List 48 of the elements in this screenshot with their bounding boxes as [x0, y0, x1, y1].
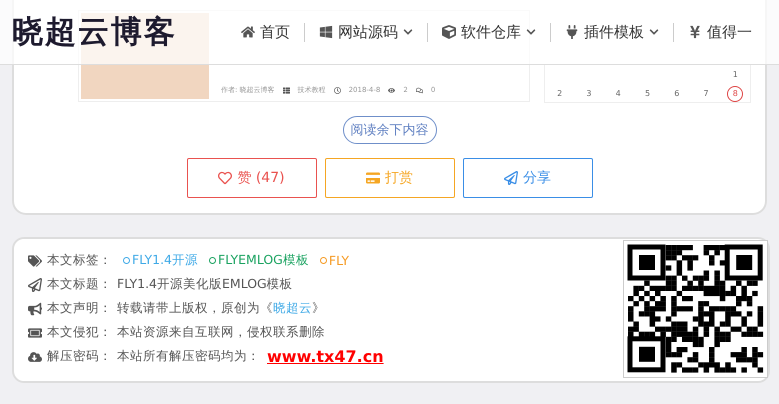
- tags-icon: [28, 254, 42, 268]
- calendar-day[interactable]: 4: [611, 86, 626, 100]
- info-value: 转载请带上版权，原创为《晓超云》: [117, 300, 325, 317]
- cloud-download-icon: [28, 350, 42, 364]
- megaphone-icon: [28, 302, 42, 316]
- site-logo[interactable]: 晓超云博客: [12, 11, 177, 53]
- info-value: 本站资源来自互联网，侵权联系删除: [117, 324, 325, 341]
- paper-plane-icon: [504, 171, 518, 185]
- paper-plane-icon: [28, 278, 42, 292]
- list-icon: [282, 86, 290, 94]
- plug-icon: [565, 25, 579, 39]
- info-value: FLY1.4开源美化版EMLOG模板: [117, 276, 293, 293]
- calendar-day[interactable]: 1: [728, 68, 742, 82]
- tag-link[interactable]: FLYEMLOG模板: [209, 252, 309, 269]
- windows-icon: [319, 25, 333, 39]
- nav-link[interactable]: 网站源码: [305, 22, 428, 42]
- like-button[interactable]: 赞 (47): [186, 158, 316, 198]
- home-icon: [241, 25, 255, 39]
- nav-link[interactable]: 软件仓库: [428, 22, 551, 42]
- info-label: 本文侵犯：: [47, 324, 112, 341]
- clock-icon: [334, 86, 341, 94]
- yen-icon: [688, 25, 702, 39]
- info-label: 解压密码：: [47, 348, 112, 365]
- cube-icon: [442, 25, 456, 39]
- chevron-down-icon: [526, 27, 536, 37]
- read-more-button[interactable]: 阅读余下内容: [342, 116, 436, 144]
- calendar-day[interactable]: 3: [582, 86, 596, 100]
- heart-icon: [218, 171, 232, 185]
- nav-link[interactable]: 插件模板: [551, 22, 674, 42]
- calendar-day[interactable]: 6: [670, 86, 684, 100]
- info-label: 本文标题：: [47, 276, 112, 293]
- calendar-day[interactable]: 8: [727, 86, 744, 102]
- password-link[interactable]: www.tx47.cn: [267, 347, 384, 366]
- calendar-day[interactable]: 5: [640, 86, 654, 100]
- nav-link[interactable]: 值得一: [674, 22, 766, 42]
- eye-icon: [388, 86, 396, 94]
- info-label: 本文声明：: [47, 300, 112, 317]
- nav-link[interactable]: 首页: [227, 22, 305, 42]
- info-label: 本文标签：: [47, 252, 112, 269]
- ticket-icon: [28, 326, 42, 340]
- calendar-day[interactable]: 7: [699, 86, 714, 100]
- chevron-down-icon: [649, 27, 659, 37]
- calendar-day[interactable]: 2: [552, 86, 567, 100]
- chevron-down-icon: [403, 27, 413, 37]
- share-button[interactable]: 分享: [462, 158, 592, 198]
- info-value: 本站所有解压密码均为：: [117, 348, 260, 365]
- card-icon: [366, 171, 380, 185]
- comments-icon: [416, 86, 423, 94]
